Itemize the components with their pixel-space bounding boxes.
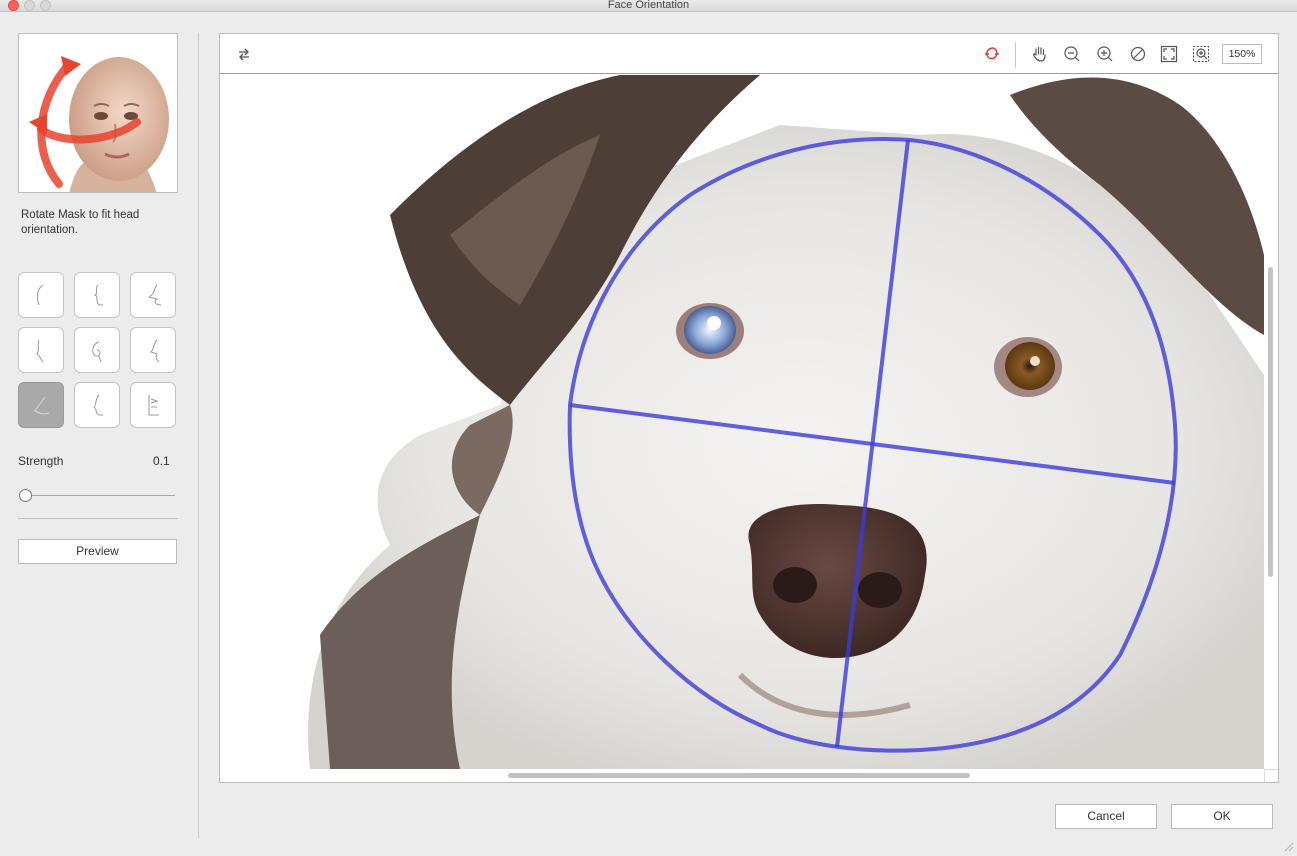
strength-slider-track[interactable] — [24, 495, 175, 496]
title-bar: Face Orientation — [0, 0, 1297, 12]
orientation-front-button[interactable] — [74, 327, 120, 373]
horizontal-scrollbar[interactable] — [508, 773, 970, 778]
pan-hand-icon[interactable] — [1030, 44, 1050, 64]
profile-front-down-icon — [93, 394, 103, 416]
strength-slider-thumb[interactable] — [19, 489, 32, 502]
strength-label: Strength — [18, 454, 64, 468]
image-viewer: 150% — [219, 33, 1279, 783]
profile-front-icon — [92, 341, 102, 363]
orientation-left-up-button[interactable] — [18, 272, 64, 318]
fit-icon[interactable] — [1159, 44, 1179, 64]
orientation-right-down-button[interactable] — [130, 382, 176, 428]
vertical-scrollbar[interactable] — [1268, 267, 1273, 577]
photo-canvas[interactable] — [220, 75, 1264, 769]
rotate-mask-icon[interactable] — [982, 44, 1002, 64]
profile-right-up-icon — [147, 284, 162, 306]
strength-value: 0.1 — [153, 454, 170, 468]
orientation-left-button[interactable] — [18, 327, 64, 373]
reset-icon[interactable] — [1128, 44, 1148, 64]
zoom-region-icon[interactable] — [1191, 44, 1211, 64]
profile-left-down-icon — [34, 396, 50, 415]
window-title: Face Orientation — [607, 0, 690, 11]
orientation-front-down-button[interactable] — [74, 382, 120, 428]
resize-grip-icon[interactable] — [1282, 840, 1294, 852]
orientation-left-down-button[interactable] — [18, 382, 64, 428]
preview-button[interactable]: Preview — [18, 539, 177, 564]
profile-right-icon — [150, 339, 160, 363]
panel-divider — [198, 33, 199, 838]
toolbar-separator — [1015, 42, 1016, 68]
orientation-right-button[interactable] — [130, 327, 176, 373]
zoom-level[interactable]: 150% — [1222, 44, 1262, 64]
cancel-button[interactable]: Cancel — [1055, 804, 1157, 829]
orientation-front-up-button[interactable] — [74, 272, 120, 318]
profile-right-down-icon — [148, 395, 159, 416]
zoom-out-icon[interactable] — [1062, 44, 1082, 64]
profile-left-icon — [36, 339, 44, 363]
head-orientation-preview — [18, 33, 178, 193]
viewer-toolbar: 150% — [220, 34, 1278, 74]
scroll-corner — [1264, 769, 1278, 782]
swap-icon[interactable] — [234, 44, 254, 64]
ok-button[interactable]: OK — [1171, 804, 1273, 829]
profile-left-up-icon — [36, 284, 44, 306]
profile-front-up-icon — [93, 284, 103, 306]
zoom-in-icon[interactable] — [1095, 44, 1115, 64]
orientation-right-up-button[interactable] — [130, 272, 176, 318]
instruction-text: Rotate Mask to fit head orientation. — [21, 209, 140, 236]
sidebar-divider — [18, 518, 178, 519]
